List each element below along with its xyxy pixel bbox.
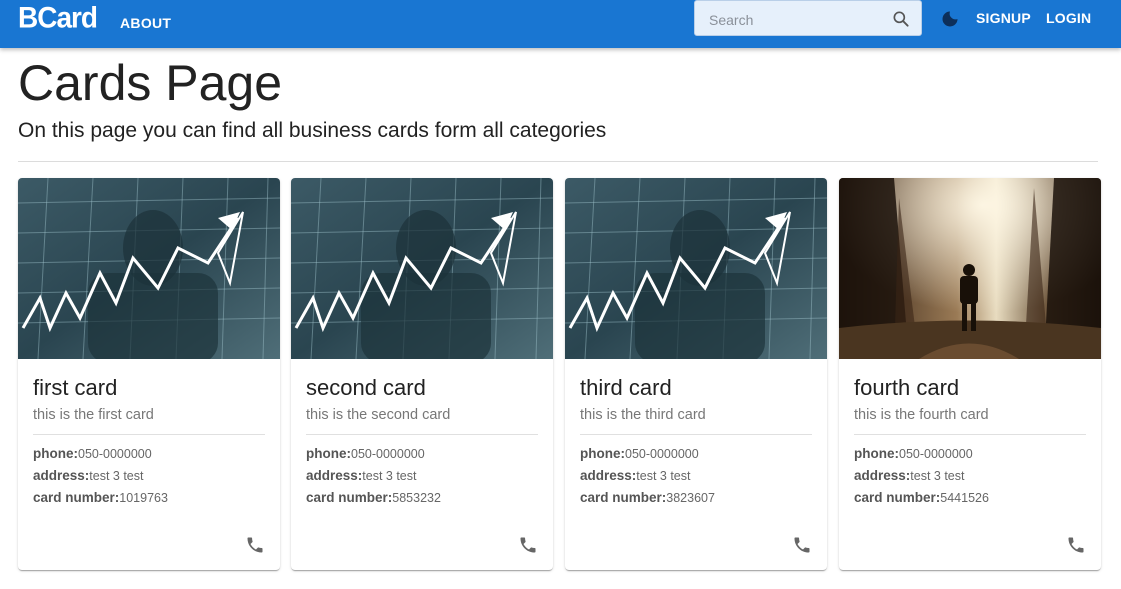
forest-hiker-image <box>839 178 1101 359</box>
card-number-label: card number: <box>580 490 667 505</box>
phone-icon[interactable] <box>792 535 812 555</box>
phone-icon[interactable] <box>518 535 538 555</box>
card-divider <box>580 434 812 435</box>
card-number: card number:3823607 <box>580 490 715 506</box>
stock-chart-image <box>291 178 553 359</box>
phone-value: 050-0000000 <box>351 447 425 461</box>
card-title: fourth card <box>854 375 960 400</box>
app-bar: BCard ABOUT SIGNUP LOGIN <box>0 0 1121 48</box>
page-subtitle: On this page you can find all business c… <box>18 119 607 142</box>
search-box <box>694 0 922 36</box>
phone-icon[interactable] <box>245 535 265 555</box>
business-card[interactable]: fourth card this is the fourth card phon… <box>839 178 1101 570</box>
address-label: address: <box>580 468 637 483</box>
business-card[interactable]: first card this is the first card phone:… <box>18 178 280 570</box>
card-phone: phone:050-0000000 <box>854 446 973 462</box>
card-subtitle: this is the first card <box>33 407 154 423</box>
page-title: Cards Page <box>18 55 283 111</box>
card-subtitle: this is the fourth card <box>854 407 989 423</box>
dark-mode-icon[interactable] <box>940 9 960 29</box>
phone-value: 050-0000000 <box>899 447 973 461</box>
stock-chart-image <box>565 178 827 359</box>
search-input[interactable] <box>707 9 886 31</box>
address-label: address: <box>854 468 911 483</box>
card-phone: phone:050-0000000 <box>580 446 699 462</box>
card-address: address:test 3 test <box>580 468 690 484</box>
card-divider <box>854 434 1086 435</box>
page-divider <box>18 161 1098 162</box>
business-card[interactable]: third card this is the third card phone:… <box>565 178 827 570</box>
card-address: address:test 3 test <box>33 468 143 484</box>
card-number: card number:5441526 <box>854 490 989 506</box>
card-number-value: 3823607 <box>666 491 715 505</box>
card-number: card number:5853232 <box>306 490 441 506</box>
card-phone: phone:050-0000000 <box>306 446 425 462</box>
card-address: address:test 3 test <box>306 468 416 484</box>
card-number: card number:1019763 <box>33 490 168 506</box>
card-number-value: 5853232 <box>392 491 441 505</box>
address-label: address: <box>33 468 90 483</box>
address-value: test 3 test <box>89 469 144 483</box>
card-subtitle: this is the third card <box>580 407 706 423</box>
address-value: test 3 test <box>910 469 965 483</box>
nav-login-link[interactable]: LOGIN <box>1046 10 1091 26</box>
card-divider <box>306 434 538 435</box>
card-number-label: card number: <box>854 490 941 505</box>
card-title: second card <box>306 375 426 400</box>
search-icon[interactable] <box>891 9 911 29</box>
card-number-value: 1019763 <box>119 491 168 505</box>
phone-value: 050-0000000 <box>78 447 152 461</box>
card-title: first card <box>33 375 118 400</box>
address-label: address: <box>306 468 363 483</box>
phone-label: phone: <box>580 446 625 461</box>
address-value: test 3 test <box>636 469 691 483</box>
logo[interactable]: BCard <box>18 0 98 36</box>
phone-label: phone: <box>306 446 351 461</box>
card-subtitle: this is the second card <box>306 407 451 423</box>
phone-value: 050-0000000 <box>625 447 699 461</box>
nav-signup-link[interactable]: SIGNUP <box>976 10 1031 26</box>
card-divider <box>33 434 265 435</box>
address-value: test 3 test <box>362 469 417 483</box>
card-number-label: card number: <box>33 490 120 505</box>
card-number-label: card number: <box>306 490 393 505</box>
stock-chart-image <box>18 178 280 359</box>
phone-label: phone: <box>33 446 78 461</box>
phone-label: phone: <box>854 446 899 461</box>
nav-about-link[interactable]: ABOUT <box>120 15 171 31</box>
card-number-value: 5441526 <box>940 491 989 505</box>
phone-icon[interactable] <box>1066 535 1086 555</box>
card-phone: phone:050-0000000 <box>33 446 152 462</box>
card-address: address:test 3 test <box>854 468 964 484</box>
card-title: third card <box>580 375 672 400</box>
business-card[interactable]: second card this is the second card phon… <box>291 178 553 570</box>
